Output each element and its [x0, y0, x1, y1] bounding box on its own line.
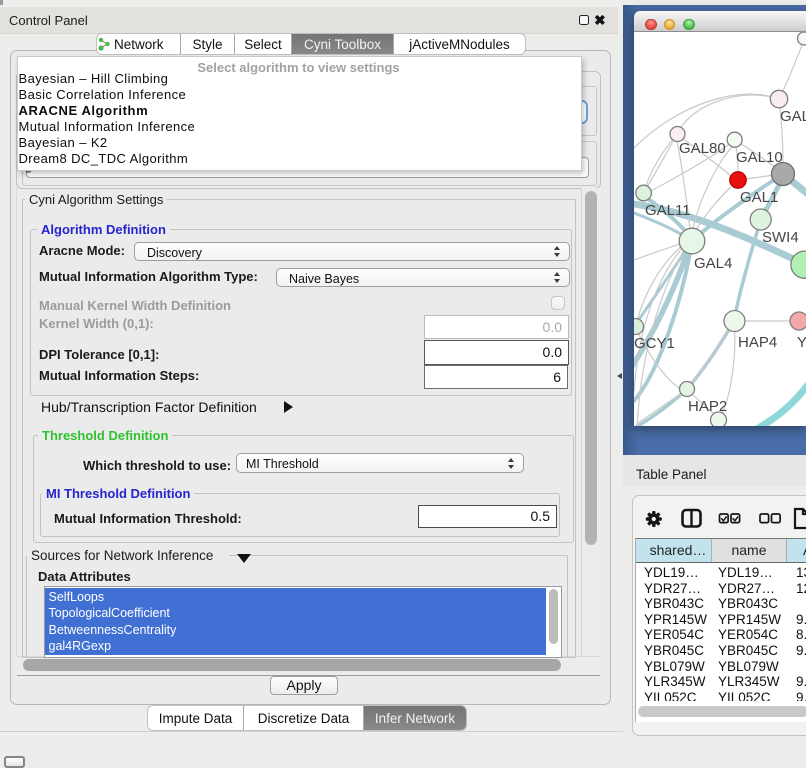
svg-text:GCY1: GCY1: [634, 335, 675, 352]
svg-text:SWI4: SWI4: [762, 229, 799, 246]
svg-text:GAL80: GAL80: [679, 140, 726, 157]
svg-text:YC: YC: [797, 334, 806, 351]
svg-text:GAL11: GAL11: [645, 202, 691, 219]
svg-text:GAL4: GAL4: [694, 255, 732, 272]
svg-text:GAL2: GAL2: [780, 108, 806, 125]
svg-text:HAP2: HAP2: [688, 398, 727, 415]
svg-text:GAL1: GAL1: [740, 189, 778, 206]
svg-text:HAP4: HAP4: [738, 334, 777, 351]
svg-text:GAL10: GAL10: [736, 149, 783, 166]
